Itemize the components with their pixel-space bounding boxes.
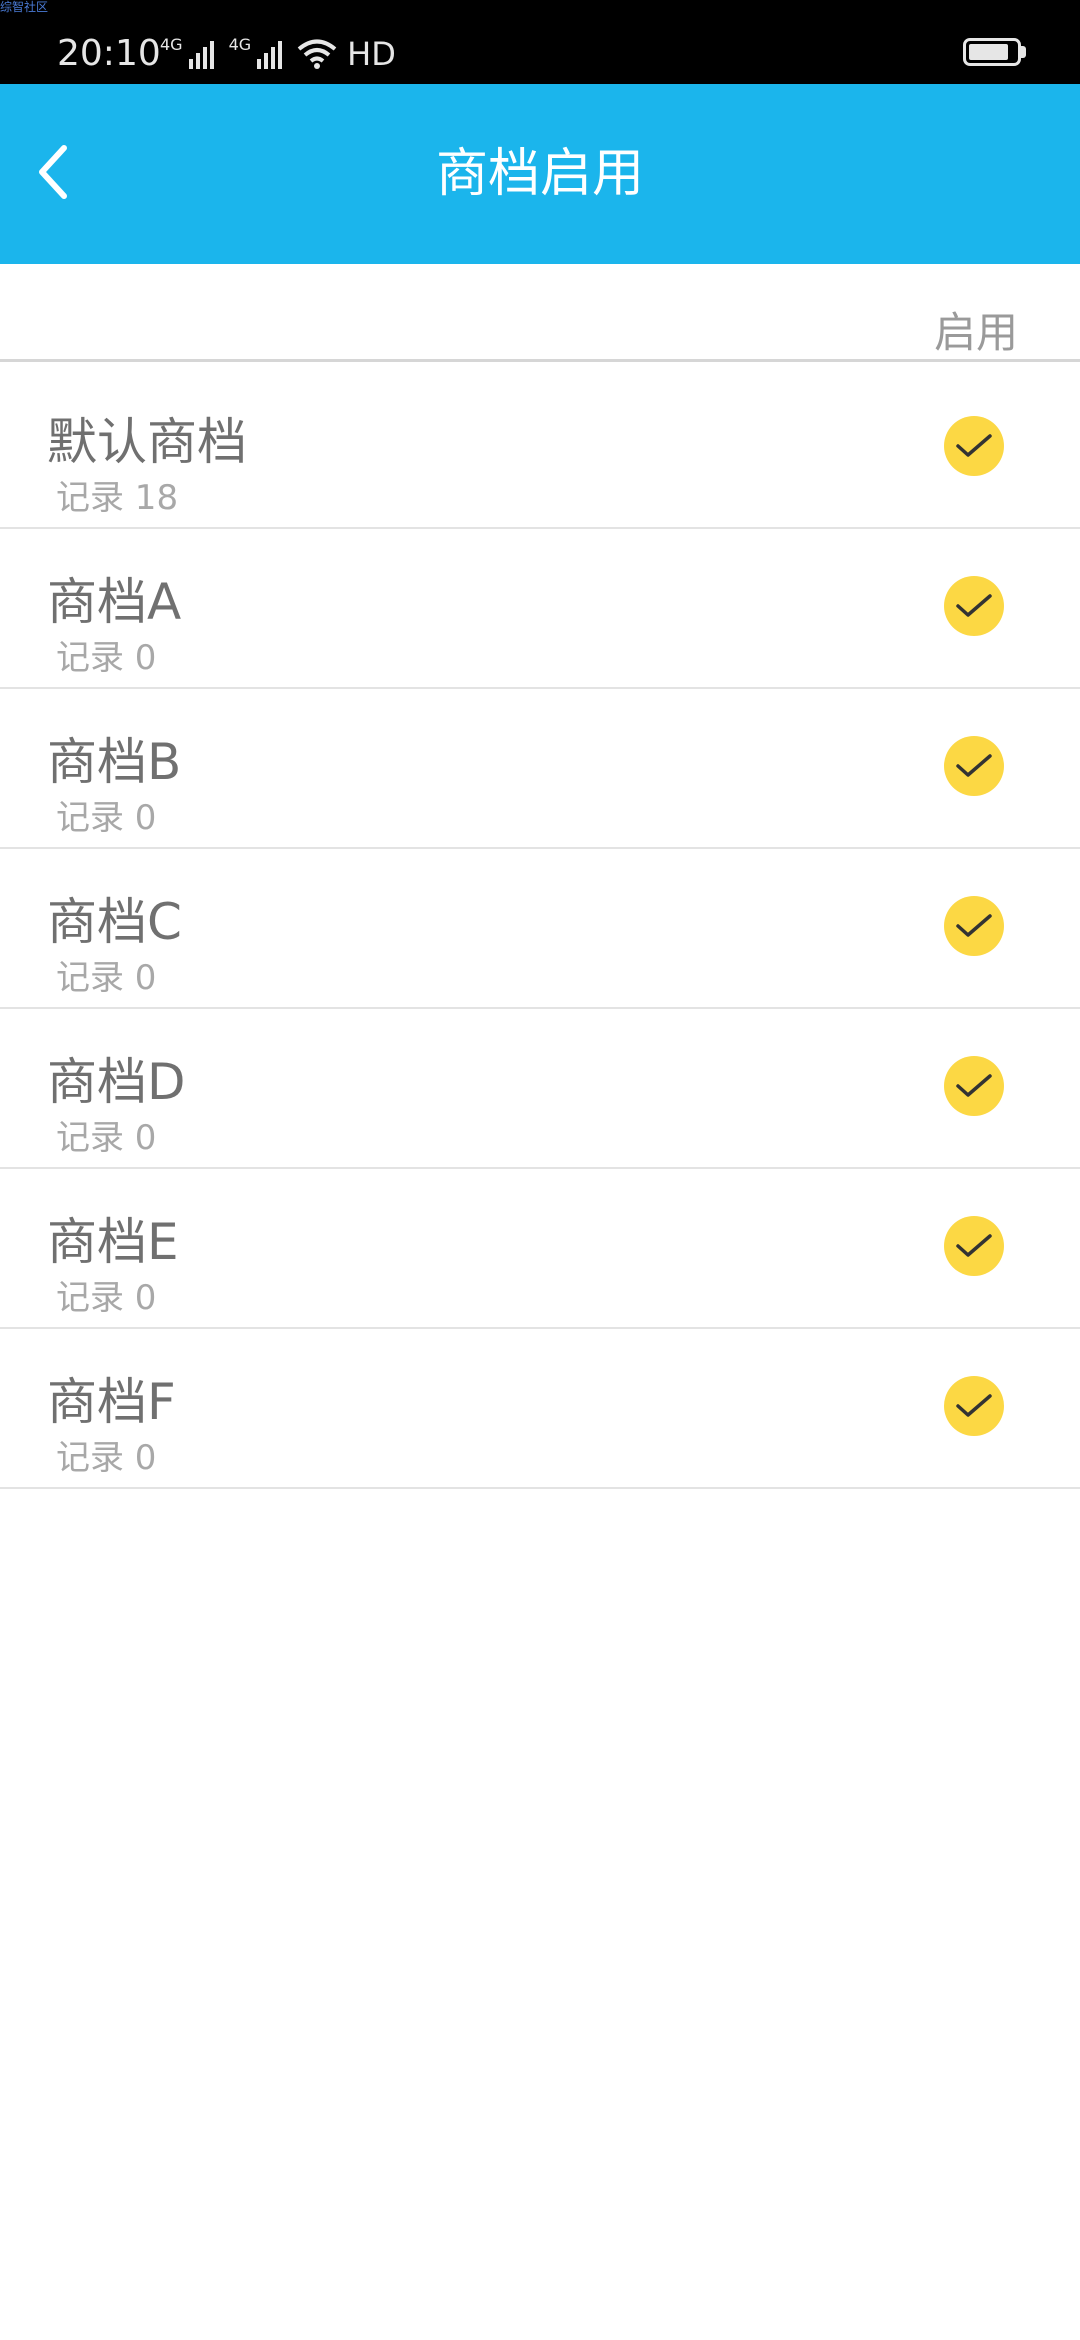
wifi-icon (297, 39, 337, 69)
hd-indicator: HD (347, 35, 396, 73)
item-record-count: 记录 0 (56, 638, 157, 678)
enable-toggle[interactable] (944, 896, 1004, 956)
item-name: 商档D (47, 1053, 186, 1111)
enable-toggle[interactable] (944, 1056, 1004, 1116)
list-item[interactable]: 默认商档 记录 18 (0, 369, 1080, 529)
list-item[interactable]: 商档D 记录 0 (0, 1009, 1080, 1169)
checkmark-icon (956, 754, 992, 777)
profile-list: 默认商档 记录 18 商档A 记录 0 商档B 记录 0 商档C 记录 0 商档… (0, 369, 1080, 1489)
item-record-count: 记录 18 (56, 478, 179, 518)
signal-icon (257, 41, 283, 69)
checkmark-icon (956, 1074, 992, 1097)
item-record-count: 记录 0 (56, 798, 157, 838)
battery-icon (963, 38, 1021, 66)
enable-toggle[interactable] (944, 1216, 1004, 1276)
enable-column-label: 启用 (933, 308, 1018, 357)
list-header: 启用 (0, 264, 1080, 362)
network-type-1: 4G (160, 34, 183, 54)
back-button[interactable] (14, 124, 94, 220)
checkmark-icon (956, 1394, 992, 1417)
item-record-count: 记录 0 (56, 1438, 157, 1478)
item-name: 商档A (47, 573, 182, 631)
item-record-count: 记录 0 (56, 1278, 157, 1318)
item-record-count: 记录 0 (56, 958, 157, 998)
enable-toggle[interactable] (944, 1376, 1004, 1436)
list-item[interactable]: 商档A 记录 0 (0, 529, 1080, 689)
enable-toggle[interactable] (944, 736, 1004, 796)
item-name: 商档E (47, 1213, 179, 1271)
checkmark-icon (956, 1234, 992, 1257)
item-name: 默认商档 (47, 413, 247, 471)
list-item[interactable]: 商档F 记录 0 (0, 1329, 1080, 1489)
item-name: 商档F (47, 1373, 176, 1431)
list-item[interactable]: 商档C 记录 0 (0, 849, 1080, 1009)
status-time: 20:10 (57, 33, 161, 74)
checkmark-icon (956, 914, 992, 937)
item-name: 商档B (47, 733, 182, 791)
signal-icon (188, 41, 214, 69)
status-icons: 4G 4G HD (160, 32, 396, 76)
chevron-left-icon (39, 145, 67, 199)
item-name: 商档C (47, 893, 182, 951)
battery-level (969, 44, 1008, 60)
enable-toggle[interactable] (944, 416, 1004, 476)
list-item[interactable]: 商档E 记录 0 (0, 1169, 1080, 1329)
watermark-text: 综智社区 (0, 0, 49, 14)
list-item[interactable]: 商档B 记录 0 (0, 689, 1080, 849)
checkmark-icon (956, 594, 992, 617)
item-record-count: 记录 0 (56, 1118, 157, 1158)
enable-toggle[interactable] (944, 576, 1004, 636)
battery-tip (1021, 46, 1026, 58)
checkmark-icon (956, 434, 992, 457)
network-type-2: 4G (228, 34, 252, 54)
status-bar: 综智社区 20:10 4G 4G HD (0, 0, 1080, 84)
app-bar: 商档启用 (0, 84, 1080, 264)
page-title: 商档启用 (435, 144, 644, 204)
